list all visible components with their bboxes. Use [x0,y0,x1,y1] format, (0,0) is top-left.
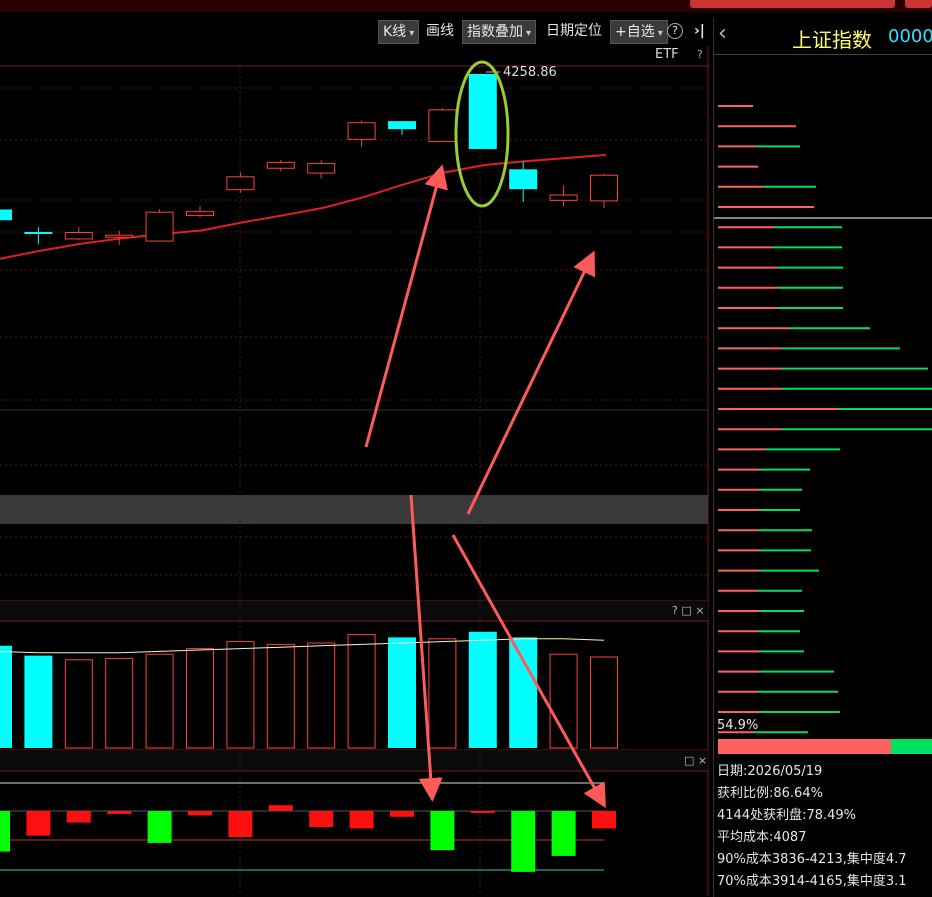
volume-bars [0,631,618,749]
chart-toolbar: K线 画线 指数叠加 日期定位 +自选 ? ›| [0,18,710,46]
volume-bar [226,641,255,749]
macd-bar [66,811,91,823]
candle-body [428,109,457,142]
candle-body [64,232,93,240]
high-price-label: 4258.86 [503,65,557,80]
volume-bar [428,638,457,749]
index-name: 上证指数 [792,28,872,52]
volume-bar [186,648,214,749]
macd-bar [188,811,212,816]
index-code: 0000 [888,26,932,47]
candle-body [468,74,497,149]
candle-body [388,121,416,130]
chip-distribution-panel: ‹ 上证指数 0000 54.9% 日期:2026/05/19 获利比例:86.… [713,18,932,897]
arrow-to-candle-1 [364,164,448,448]
volume-bar [347,634,376,749]
macd-bar [430,811,455,851]
candle-body [186,211,214,216]
macd-bar [147,811,172,843]
info-profit-ratio: 获利比例:86.64% [717,786,823,801]
macd-bar [107,811,132,814]
candle-body [0,209,12,221]
back-icon[interactable]: ‹ [718,21,727,46]
volume-bar [105,657,134,749]
macd-bar [470,811,495,813]
info-cost-70: 70%成本3914-4165,集中度3.1 [717,874,907,889]
chart-frame [0,46,709,896]
volume-bar [145,653,174,749]
add-watchlist-dropdown[interactable]: +自选 [610,20,668,44]
candle-body [145,211,174,242]
volume-bar [468,631,497,748]
macd-bar [309,811,334,827]
macd-bar [390,811,414,817]
macd-bar [268,805,293,811]
main-chart-area[interactable]: 4258.86 ? □ × □ × [0,46,710,896]
candle-body [105,234,134,238]
info-cost-90: 90%成本3836-4213,集中度4.7 [717,852,907,867]
candle-body [226,176,255,191]
date-locate-button[interactable]: 日期定位 [542,20,606,42]
candle-body [307,162,336,174]
candle-body [549,194,578,201]
top-tab-button-2[interactable] [905,0,932,8]
volume-bar [24,655,53,748]
candle-body [266,161,295,169]
profit-bar-red [718,739,891,754]
volume-bar [307,642,336,749]
macd-panel-controls[interactable]: □ × [684,754,707,767]
macd-bar [228,811,253,838]
candle-body [347,122,376,140]
arrow-to-candle-2 [466,250,596,515]
macd-bar [511,811,536,872]
top-strip [0,0,932,12]
volume-bar [64,659,93,749]
macd-bar [551,811,576,856]
macd-bar [592,811,616,829]
profit-bar-green [891,739,932,754]
candlestick-series [0,74,618,245]
volume-bar [388,637,416,748]
macd-bar [349,811,374,829]
volume-bar [266,643,295,749]
draw-line-button[interactable]: 画线 [422,20,458,42]
info-profit-at-price: 4144处获利盘:78.49% [717,808,857,823]
volume-panel-controls[interactable]: ? □ × [672,604,704,617]
candle-body [24,231,53,234]
candle-body [590,174,618,202]
top-tab-button[interactable] [690,0,895,8]
collapse-panel-icon[interactable]: ›| [690,20,709,42]
candle-body [509,169,538,190]
kline-period-dropdown[interactable]: K线 [378,20,420,44]
volume-bar [590,656,618,749]
macd-bar [0,811,10,852]
index-overlay-dropdown[interactable]: 指数叠加 [462,20,537,44]
info-date: 日期:2026/05/19 [717,764,823,779]
volume-bar [509,637,538,748]
profit-percent-label: 54.9% [717,718,759,733]
macd-histogram [0,782,616,872]
macd-bar [26,811,51,836]
volume-bar [0,645,12,748]
info-average-cost: 平均成本:4087 [717,830,807,845]
scroll-band[interactable] [0,495,708,524]
chip-distribution-bars [714,105,932,734]
help-icon[interactable]: ? [667,23,683,39]
